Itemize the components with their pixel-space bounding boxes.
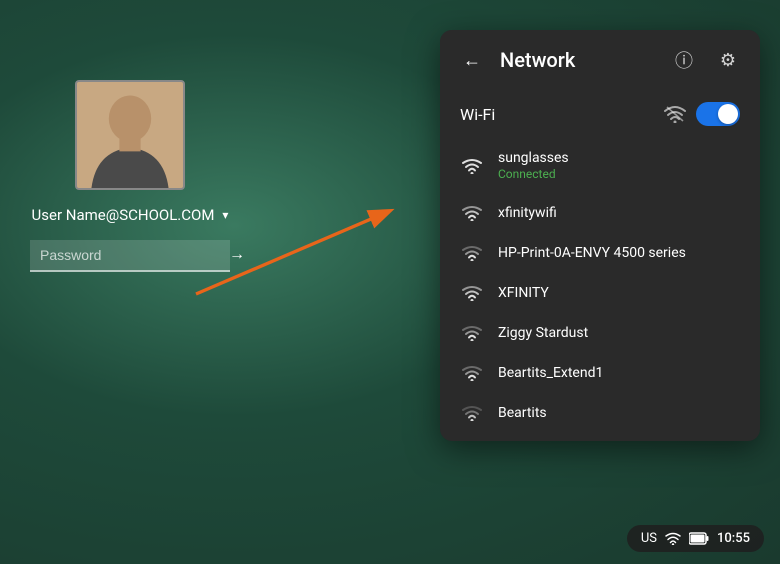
password-field-row[interactable]: →: [30, 240, 230, 272]
network-name: HP-Print-0A-ENVY 4500 series: [498, 245, 740, 261]
status-bar: US 10:55: [627, 525, 764, 552]
username-row: User Name@SCHOOL.COM ▾: [32, 206, 229, 224]
network-name: xfinitywifi: [498, 205, 740, 221]
settings-icon: ⚙: [720, 50, 736, 71]
back-icon: ←: [463, 50, 481, 71]
chevron-down-icon[interactable]: ▾: [222, 208, 228, 222]
wifi-icon-connected: [460, 158, 484, 174]
network-info-beartits: Beartits: [498, 405, 740, 421]
wifi-icon-hp: [460, 245, 484, 261]
info-icon: ⓘ: [675, 47, 693, 73]
wifi-status-bar-icon: [665, 532, 681, 545]
login-area: User Name@SCHOOL.COM ▾ →: [30, 80, 230, 272]
network-name: Beartits_Extend1: [498, 365, 740, 381]
time-label: 10:55: [717, 531, 750, 546]
locale-label: US: [641, 531, 657, 546]
network-info-xfinitywifi: xfinitywifi: [498, 205, 740, 221]
network-item-hp-print[interactable]: HP-Print-0A-ENVY 4500 series: [440, 233, 760, 273]
avatar: [75, 80, 185, 190]
panel-header: ← Network ⓘ ⚙: [440, 30, 760, 90]
panel-content: Wi-Fi: [440, 90, 760, 441]
settings-button[interactable]: ⚙: [712, 44, 744, 76]
wifi-icon-beartits-extend: [460, 365, 484, 381]
network-name: sunglasses: [498, 150, 740, 166]
battery-icon: [689, 532, 709, 545]
network-info-sunglasses: sunglasses Connected: [498, 150, 740, 181]
wifi-status-icon: [664, 105, 686, 123]
network-panel: ← Network ⓘ ⚙ Wi-Fi: [440, 30, 760, 441]
wifi-icon-xfinity2: [460, 285, 484, 301]
username-text: User Name@SCHOOL.COM: [32, 206, 215, 224]
network-info-ziggy: Ziggy Stardust: [498, 325, 740, 341]
network-item-sunglasses[interactable]: sunglasses Connected: [440, 138, 760, 193]
wifi-icon-ziggy: [460, 325, 484, 341]
network-name: Ziggy Stardust: [498, 325, 740, 341]
wifi-header: Wi-Fi: [440, 90, 760, 138]
network-item-beartits[interactable]: Beartits: [440, 393, 760, 433]
wifi-icon-xfinity: [460, 205, 484, 221]
network-list: sunglasses Connected xfinitywifi: [440, 138, 760, 433]
network-item-ziggy[interactable]: Ziggy Stardust: [440, 313, 760, 353]
wifi-icon-beartits: [460, 405, 484, 421]
info-button[interactable]: ⓘ: [668, 44, 700, 76]
network-info-beartits-extend: Beartits_Extend1: [498, 365, 740, 381]
wifi-toggle-area: [664, 102, 740, 126]
network-info-xfinity: XFINITY: [498, 285, 740, 301]
password-input[interactable]: [40, 247, 221, 263]
submit-arrow-button[interactable]: →: [229, 246, 245, 264]
panel-title: Network: [500, 48, 656, 72]
network-item-xfinitywifi[interactable]: xfinitywifi: [440, 193, 760, 233]
wifi-toggle[interactable]: [696, 102, 740, 126]
network-status-connected: Connected: [498, 167, 740, 181]
network-name: XFINITY: [498, 285, 740, 301]
back-button[interactable]: ←: [456, 44, 488, 76]
network-info-hp-print: HP-Print-0A-ENVY 4500 series: [498, 245, 740, 261]
network-item-beartits-extend[interactable]: Beartits_Extend1: [440, 353, 760, 393]
network-item-xfinity[interactable]: XFINITY: [440, 273, 760, 313]
network-name: Beartits: [498, 405, 740, 421]
wifi-label: Wi-Fi: [460, 105, 495, 124]
avatar-image: [77, 82, 183, 188]
